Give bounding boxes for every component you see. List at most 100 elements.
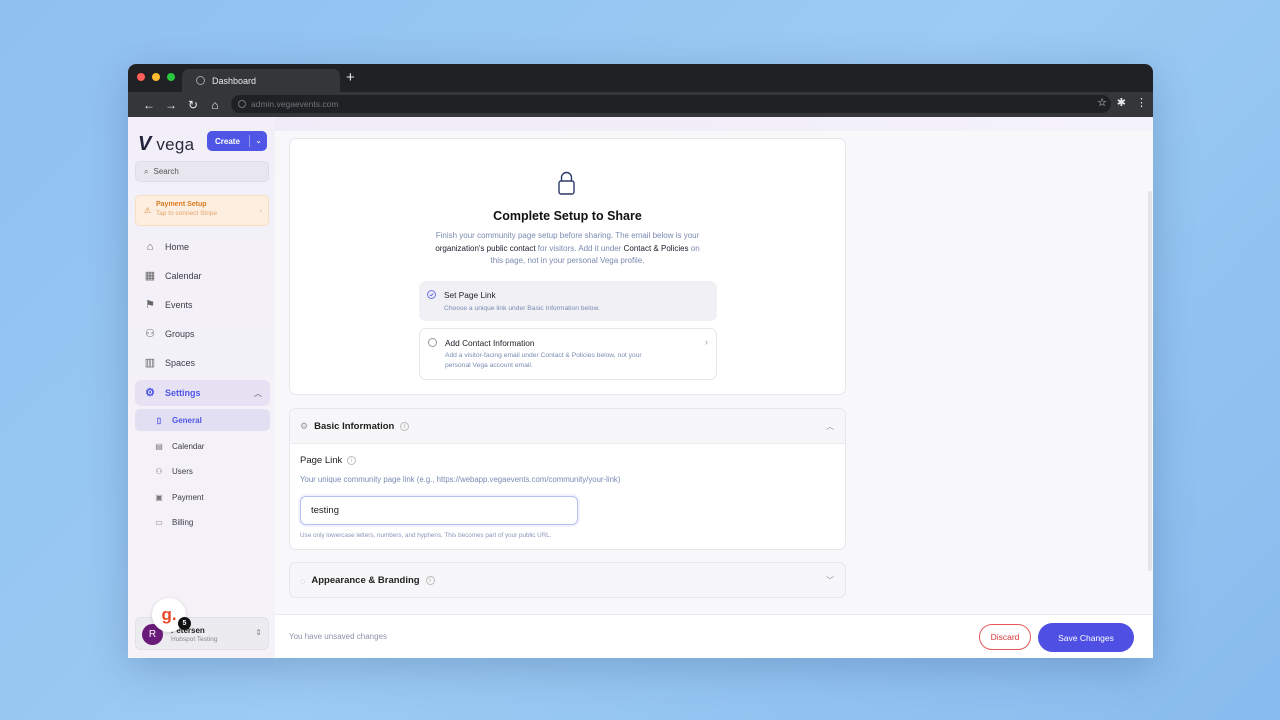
step-desc-line1: Add a visitor-facing email under Contact…: [445, 352, 642, 359]
palette-icon: ◌: [300, 575, 306, 586]
billing-icon: ▭: [155, 517, 163, 527]
warning-icon: ⚠: [144, 206, 152, 215]
notification-count-badge: 5: [178, 617, 191, 630]
create-button[interactable]: Create ⌄: [207, 131, 267, 151]
sidebar-subitem-label: Payment: [172, 492, 204, 502]
browser-toolbar: ← → ↻ ⌂ admin.vegaevents.com ☆ ✱ ⋮: [128, 92, 1153, 117]
calendar-icon: ▦: [144, 270, 156, 282]
building-icon: ▥: [144, 357, 156, 369]
step-title: Add Contact Information: [445, 338, 535, 348]
sidebar-item-label: Settings: [165, 388, 201, 398]
lock-icon: [558, 171, 575, 195]
sidebar-item-events[interactable]: ⚑ Events: [135, 292, 270, 318]
save-changes-button[interactable]: Save Changes: [1038, 623, 1134, 652]
forward-arrow-icon[interactable]: →: [160, 98, 182, 112]
home-icon: ⌂: [146, 241, 154, 253]
chevron-down-icon[interactable]: ⌄: [250, 137, 267, 145]
vega-logo[interactable]: V vega: [138, 133, 194, 156]
setup-title: Complete Setup to Share: [493, 209, 642, 223]
close-window-button[interactable]: [137, 73, 145, 81]
info-icon[interactable]: i: [425, 576, 435, 585]
page-link-label: Page Link i: [300, 455, 357, 466]
bookmark-star-icon[interactable]: ☆: [1097, 96, 1107, 109]
basic-information-header[interactable]: ⚙ Basic Information i ︿: [290, 409, 845, 444]
top-strip: [128, 117, 1153, 131]
sidebar-item-label: Events: [165, 300, 193, 310]
sidebar-item-calendar[interactable]: ▦ Calendar: [135, 263, 270, 289]
check-circle-icon: [427, 290, 436, 299]
step-add-contact-info[interactable]: Add Contact Information Add a visitor-fa…: [419, 328, 717, 380]
unsaved-changes-text: You have unsaved changes: [289, 632, 388, 641]
empty-circle-icon: [428, 338, 437, 347]
appearance-branding-header[interactable]: ◌ Appearance & Branding i ﹀: [290, 563, 845, 598]
site-info-icon[interactable]: [238, 100, 246, 108]
sidebar-item-settings[interactable]: ⚙ Settings ︿: [135, 380, 270, 406]
sidebar-subitem-calendar[interactable]: ▤ Calendar: [135, 435, 270, 457]
extensions-icon[interactable]: ✱: [1117, 96, 1126, 109]
step-desc: Add a visitor-facing email under Contact…: [445, 351, 642, 371]
contact-policies-link[interactable]: Contact & Policies: [624, 244, 689, 253]
setup-desc-line1: Finish your community page setup before …: [435, 231, 700, 240]
sidebar-item-label: Home: [165, 242, 190, 252]
reload-icon[interactable]: ↻: [182, 98, 204, 112]
page-link-input[interactable]: [300, 496, 578, 525]
basic-information-section: ⚙ Basic Information i ︿ Page Link i Your…: [289, 408, 846, 550]
sidebar-item-groups[interactable]: ⚇ Groups: [135, 321, 270, 347]
setup-description: Finish your community page setup before …: [415, 230, 720, 268]
payment-setup-banner[interactable]: ⚠ Payment Setup Tap to connect Stripe ›: [135, 195, 269, 226]
user-org: Hubspot Testing: [171, 636, 218, 643]
setup-desc-end: on: [688, 243, 700, 253]
chevron-right-icon: ›: [705, 337, 708, 347]
setup-desc-line3: this page, not in your personal Vega pro…: [490, 256, 645, 265]
search-placeholder: Search: [153, 167, 179, 176]
vega-logo-mark: V: [138, 133, 152, 155]
sidebar: V vega Create ⌄ ⌕ Search ⚠ Payment Setup…: [128, 117, 275, 658]
search-icon: ⌕: [144, 166, 149, 176]
vega-logo-text: vega: [156, 134, 195, 154]
info-icon[interactable]: i: [400, 421, 410, 431]
document-icon: ▯: [156, 415, 162, 425]
globe-icon: [196, 76, 205, 85]
browser-menu-icon[interactable]: ⋮: [1136, 96, 1147, 109]
sidebar-item-spaces[interactable]: ▥ Spaces: [135, 350, 270, 376]
search-input[interactable]: ⌕ Search: [135, 161, 269, 182]
sidebar-subitem-label: Users: [172, 466, 193, 476]
chevron-up-icon[interactable]: ︿: [254, 388, 262, 399]
sidebar-subitem-users[interactable]: ⚇ Users: [135, 460, 270, 482]
payment-banner-title: Payment Setup: [156, 201, 207, 208]
chevron-down-icon[interactable]: ﹀: [826, 575, 834, 586]
unsaved-changes-bar: You have unsaved changes Discard Save Ch…: [275, 614, 1153, 658]
home-icon[interactable]: ⌂: [204, 98, 226, 112]
browser-tabbar: Dashboard +: [128, 64, 1153, 92]
appearance-branding-section: ◌ Appearance & Branding i ﹀: [289, 562, 846, 598]
new-tab-button[interactable]: +: [346, 69, 355, 87]
sidebar-subitem-label: Calendar: [172, 441, 205, 451]
users-icon: ⚇: [155, 466, 163, 476]
calendar-icon: ▤: [155, 441, 163, 451]
section-title: Appearance & Branding: [311, 575, 420, 586]
scrollbar[interactable]: [1148, 191, 1152, 571]
sidebar-item-home[interactable]: ⌂ Home: [135, 234, 270, 260]
sidebar-subitem-payment[interactable]: ▣ Payment: [135, 486, 270, 508]
step-title: Set Page Link: [444, 290, 496, 300]
flag-icon: ⚑: [145, 299, 155, 311]
address-bar[interactable]: admin.vegaevents.com ☆: [231, 95, 1111, 113]
browser-tab[interactable]: Dashboard: [182, 69, 340, 92]
sidebar-subitem-billing[interactable]: ▭ Billing: [135, 511, 270, 533]
sidebar-subitem-label: Billing: [172, 517, 194, 527]
page-link-note: Use only lowercase letters, numbers, and…: [300, 532, 552, 539]
sidebar-item-label: Groups: [165, 329, 195, 339]
browser-window: Dashboard + ← → ↻ ⌂ admin.vegaevents.com…: [128, 64, 1153, 658]
sidebar-item-label: Calendar: [165, 271, 202, 281]
sidebar-subitem-general[interactable]: ▯ General: [135, 409, 270, 431]
url-text: admin.vegaevents.com: [251, 99, 339, 109]
chevron-up-icon[interactable]: ︿: [826, 421, 834, 432]
chevron-updown-icon: ⇕: [255, 628, 262, 637]
maximize-window-button[interactable]: [167, 73, 175, 81]
minimize-window-button[interactable]: [152, 73, 160, 81]
step-set-page-link[interactable]: Set Page Link Choose a unique link under…: [419, 281, 717, 321]
gear-icon: ⚙: [300, 420, 309, 431]
discard-button[interactable]: Discard: [979, 624, 1031, 650]
info-icon[interactable]: i: [347, 456, 357, 465]
back-arrow-icon[interactable]: ←: [138, 98, 160, 112]
